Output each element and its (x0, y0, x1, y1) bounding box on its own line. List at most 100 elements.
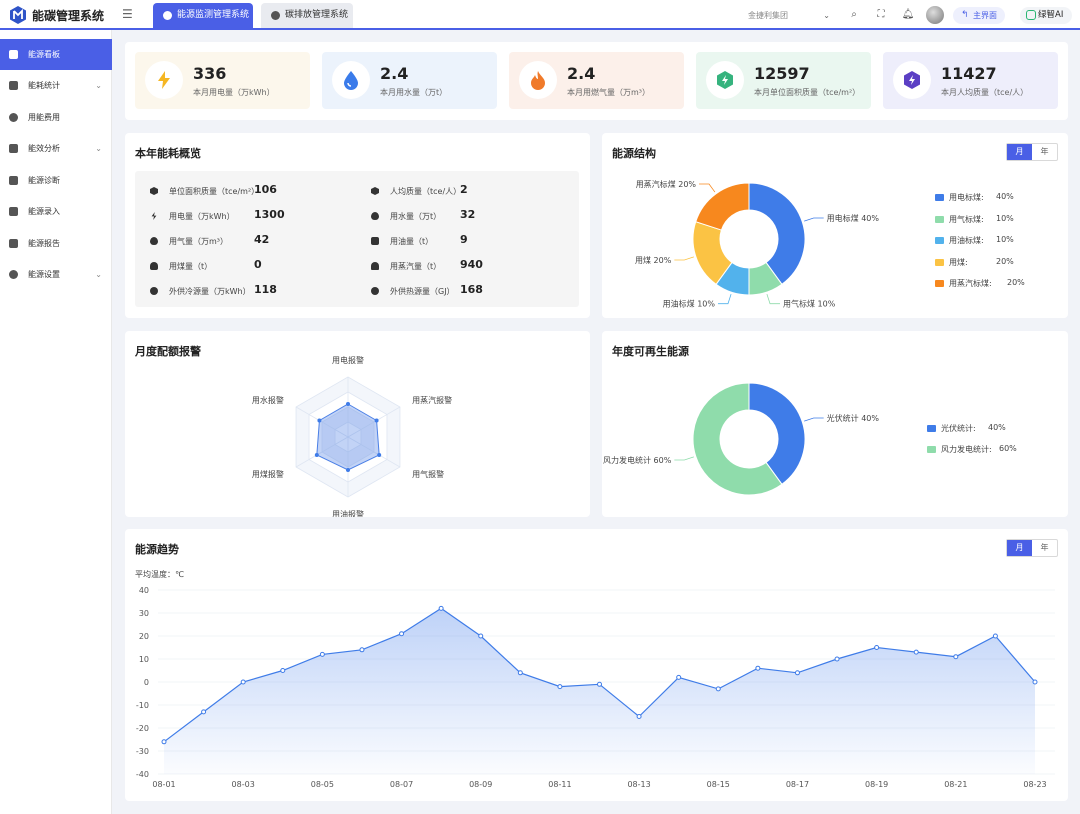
radar-point[interactable] (346, 468, 350, 472)
trend-point[interactable] (478, 633, 484, 639)
slice-label: 用气标煤 10% (783, 299, 836, 309)
renewable-legend: 光伏统计: 40% 风力发电统计: 60% (927, 423, 1057, 463)
slice-label-leader (804, 417, 824, 422)
trend-point[interactable] (715, 686, 721, 692)
dashboard-icon (9, 50, 18, 59)
radar-point[interactable] (377, 453, 382, 457)
tab-carbon-emission[interactable]: 碳排放管理系统 (261, 3, 353, 28)
sidebar-item-efficiency[interactable]: 能效分析 ⌄ (0, 133, 112, 164)
home-button[interactable]: ↰ 主界面 (953, 7, 1005, 24)
toggle-month-button[interactable]: 月 (1007, 144, 1032, 160)
sidebar-item-label: 能源看板 (28, 50, 60, 59)
menu-collapse-icon[interactable]: ☰ (122, 7, 136, 21)
trend-point[interactable] (161, 739, 167, 745)
trend-point[interactable] (517, 670, 523, 676)
water-drop-icon (344, 71, 358, 90)
sidebar-item-label: 能源设置 (28, 270, 60, 279)
tab-energy-monitor[interactable]: 能源监测管理系统 (153, 3, 253, 28)
overview-label: 用电量（万kWh） (169, 212, 235, 221)
overview-panel: 本年能耗概览 单位面积质量（tce/m²） 106 用电量（万kWh） 1300… (125, 133, 590, 318)
trend-point[interactable] (794, 670, 800, 676)
radar-point[interactable] (314, 453, 319, 457)
sidebar-item-diagnosis[interactable]: 能源诊断 (0, 165, 112, 196)
coal-icon (150, 262, 158, 270)
y-tick-label: -20 (136, 724, 149, 733)
sidebar-item-dashboard[interactable]: 能源看板 (0, 39, 112, 70)
bell-icon[interactable]: 🔔︎ (901, 8, 915, 22)
radar-axis-label: 用电报警 (332, 355, 364, 365)
legend-value: 10% (996, 213, 1014, 223)
radar-axis-label: 用水报警 (252, 395, 284, 405)
chevron-down-icon: ⌄ (95, 144, 102, 153)
trend-point[interactable] (240, 679, 246, 685)
sidebar-item-label: 用能费用 (28, 113, 60, 122)
sidebar-item-energy-cost[interactable]: 用能费用 (0, 102, 112, 133)
overview-value: 940 (460, 258, 483, 271)
trend-point[interactable] (636, 714, 642, 719)
stat-label: 本月人均质量（tce/人） (941, 88, 1029, 97)
stat-card-area-intensity: 12597 本月单位面积质量（tce/m²） (696, 52, 871, 109)
trend-point[interactable] (953, 654, 959, 660)
trend-point[interactable] (280, 668, 286, 673)
radar-point[interactable] (317, 418, 322, 423)
stat-value: 2.4 (380, 64, 409, 83)
stat-label: 本月单位面积质量（tce/m²） (754, 88, 861, 97)
toggle-year-button[interactable]: 年 (1032, 540, 1057, 556)
trend-point[interactable] (992, 633, 998, 639)
slice-label: 用蒸汽标煤 20% (636, 179, 697, 189)
slice-label-leader (766, 294, 781, 305)
tab-icon (271, 11, 280, 20)
hexagon-bolt-icon (717, 71, 733, 89)
tab-label: 能源监测管理系统 (177, 10, 250, 20)
donut-slice[interactable] (695, 182, 750, 231)
diagnosis-icon (9, 176, 18, 185)
stat-card-electricity: 336 本月用电量（万kWh） (135, 52, 310, 109)
sidebar-item-consumption-stats[interactable]: 能耗统计 ⌄ (0, 70, 112, 101)
trend-point[interactable] (399, 631, 405, 637)
hexagon-icon (150, 187, 158, 195)
avatar[interactable] (926, 6, 944, 24)
slice-label-leader (674, 456, 694, 461)
water-drop-icon (371, 212, 379, 220)
trend-point[interactable] (201, 709, 207, 715)
heat-icon (371, 287, 379, 295)
slice-label: 用电标煤 40% (827, 213, 880, 223)
sidebar-item-label: 能耗统计 (28, 81, 60, 90)
trend-point[interactable] (359, 647, 365, 653)
trend-point[interactable] (913, 649, 919, 655)
trend-point[interactable] (319, 651, 325, 657)
x-tick-label: 08-01 (152, 780, 175, 789)
sidebar-item-report[interactable]: 能源报告 (0, 228, 112, 259)
trend-point[interactable] (834, 656, 840, 662)
legend-label: 光伏统计: (941, 424, 976, 433)
trend-point[interactable] (755, 665, 761, 671)
overview-value: 168 (460, 283, 483, 296)
radar-point[interactable] (374, 418, 379, 423)
search-icon[interactable]: ⌕ (847, 8, 861, 22)
stat-icon-circle (519, 61, 557, 99)
overview-label: 用蒸汽量（t） (390, 262, 442, 271)
trend-point[interactable] (597, 681, 602, 687)
sidebar-item-settings[interactable]: 能源设置 ⌄ (0, 259, 112, 290)
fullscreen-icon[interactable]: ⛶ (874, 8, 888, 22)
toggle-month-button[interactable]: 月 (1007, 540, 1032, 556)
radar-point[interactable] (346, 402, 350, 406)
trend-point[interactable] (438, 605, 444, 611)
trend-point[interactable] (676, 674, 682, 680)
legend-label: 用蒸汽标煤: (949, 279, 992, 288)
sidebar-item-data-entry[interactable]: 能源录入 (0, 196, 112, 227)
oil-can-icon (371, 237, 379, 245)
radar-axis-label: 用油报警 (332, 509, 364, 517)
top-header: 能碳管理系统 ☰ 能源监测管理系统 碳排放管理系统 金捷利集团 ⌄ ⌕ ⛶ 🔔︎… (0, 0, 1080, 30)
legend-label: 风力发电统计: (941, 445, 992, 454)
brand-ai-button[interactable]: 绿智AI (1020, 7, 1072, 24)
toggle-year-button[interactable]: 年 (1032, 144, 1057, 160)
trend-point[interactable] (1032, 679, 1038, 685)
org-select[interactable]: 金捷利集团 ⌄ (740, 8, 834, 23)
gear-icon (9, 270, 18, 279)
overview-label: 人均质量（tce/人） (390, 187, 462, 196)
trend-point[interactable] (874, 645, 880, 650)
trend-point[interactable] (557, 684, 563, 690)
slice-label-leader (717, 294, 732, 305)
lightning-icon (151, 212, 157, 220)
